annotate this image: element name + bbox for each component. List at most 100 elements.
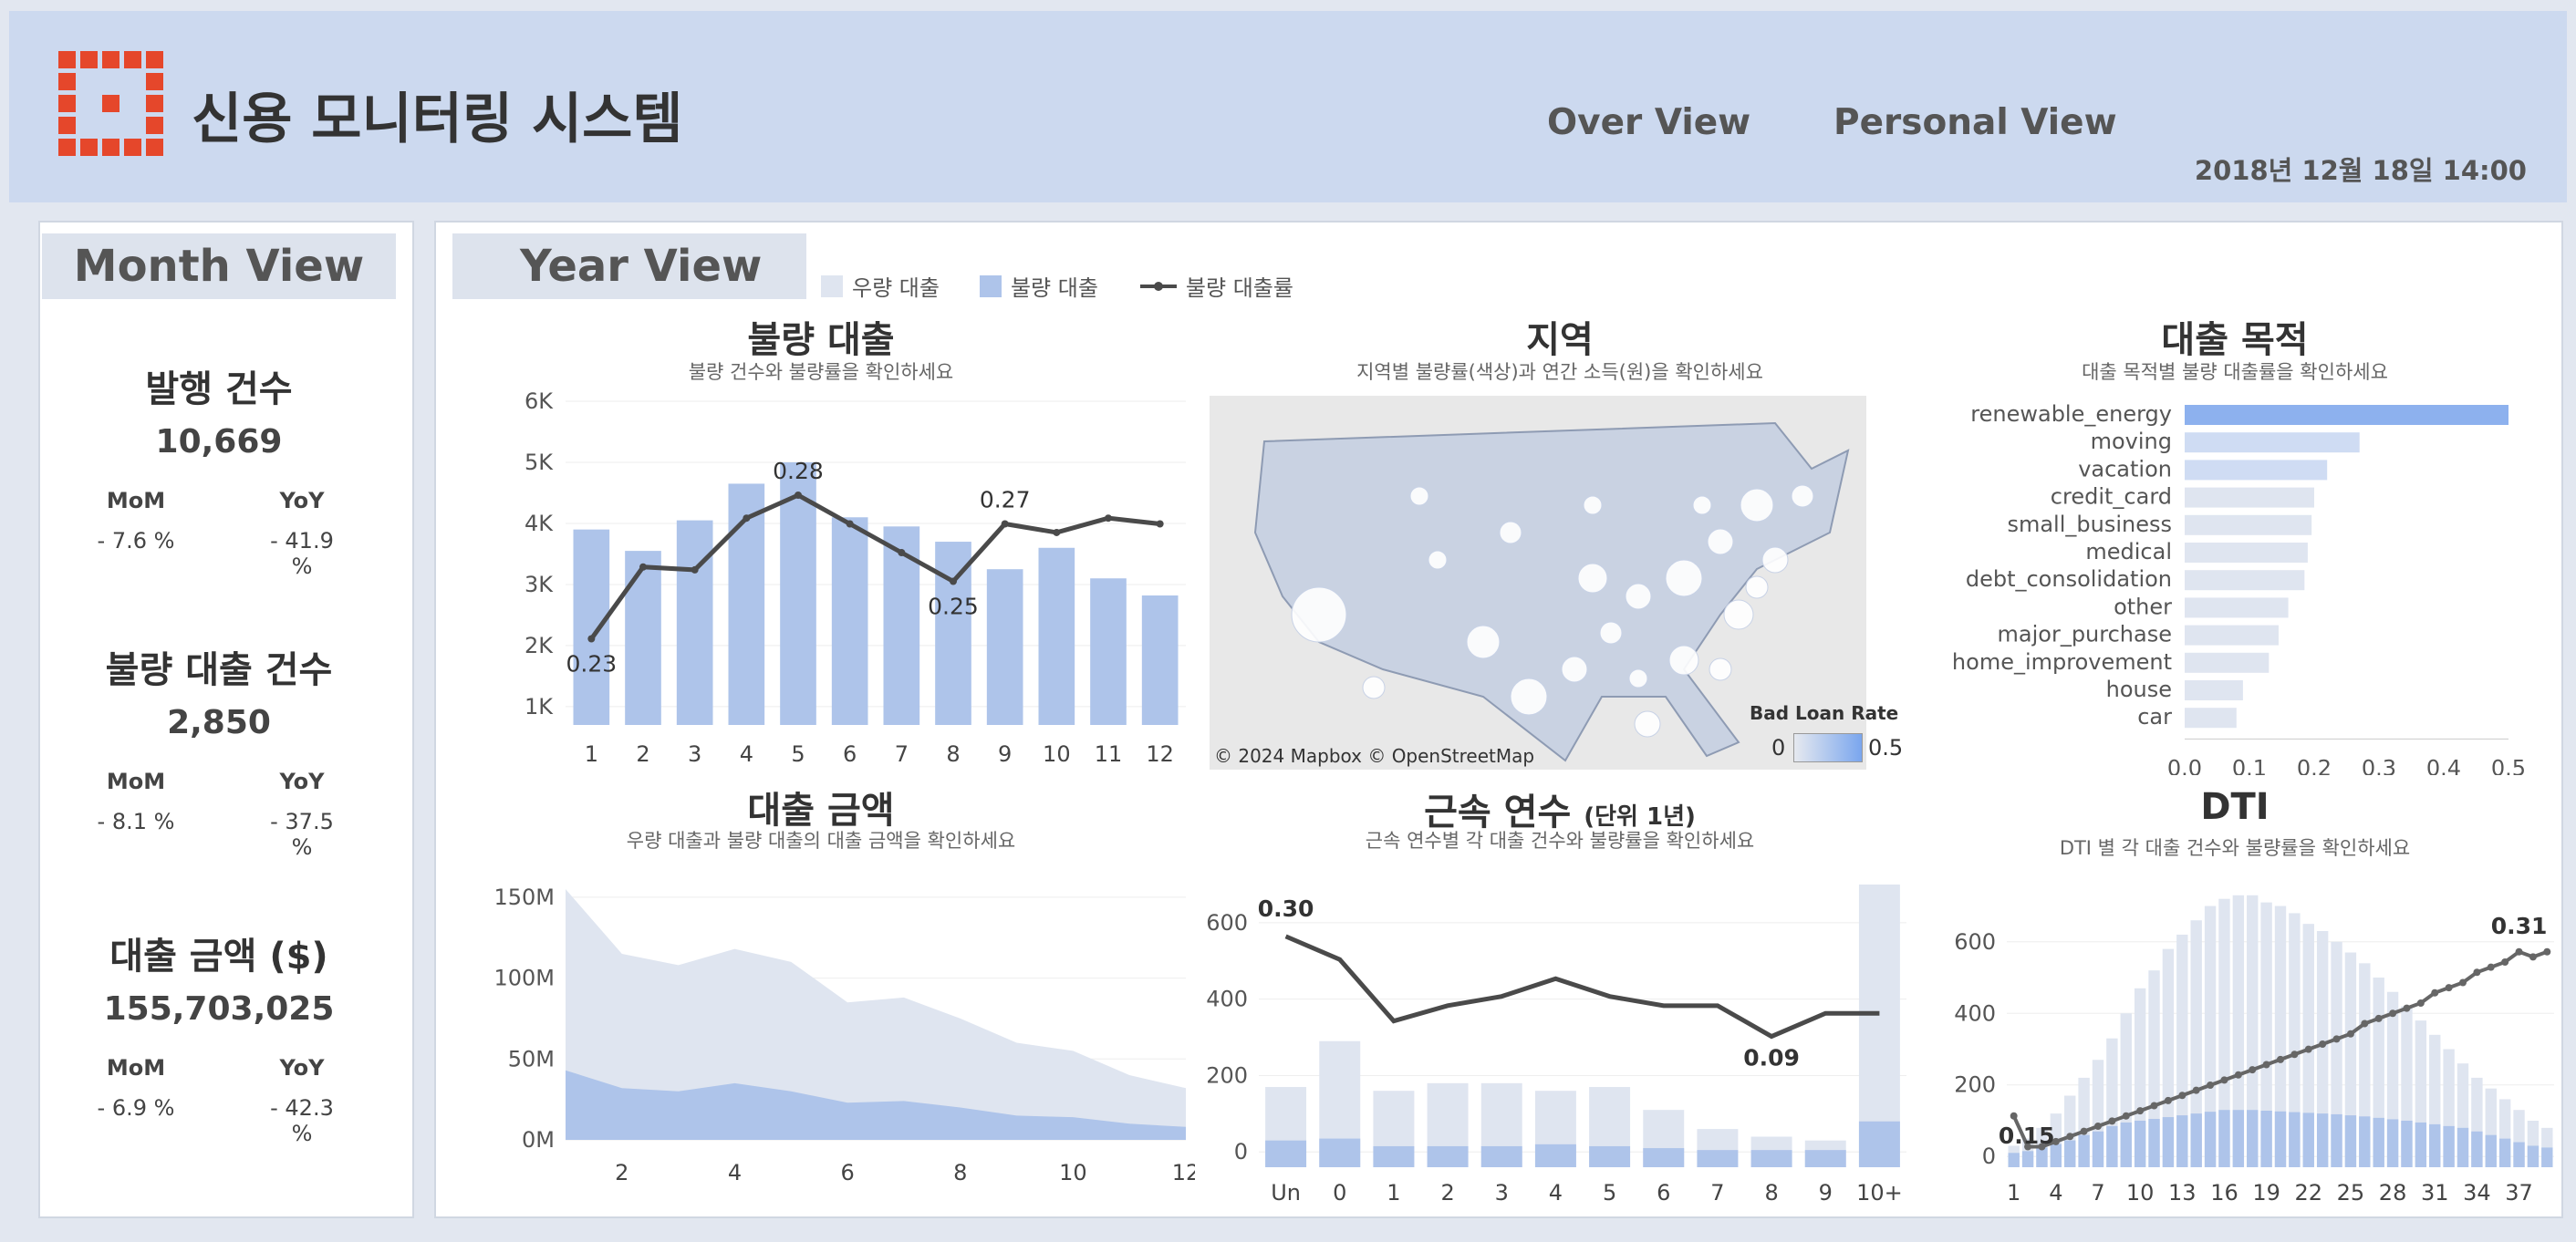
y-tick-label: 600: [1206, 910, 1248, 936]
rate-point: [846, 520, 854, 528]
x-tick-label: 12: [1172, 1160, 1195, 1185]
data-label: 0.15: [1999, 1123, 2055, 1149]
bar: [2185, 652, 2270, 673]
kpi-value: 155,703,025: [103, 990, 335, 1028]
nav-overview[interactable]: Over View: [1547, 102, 1750, 143]
category-label: home_improvement: [1952, 649, 2172, 675]
tab-year-view[interactable]: Year View: [452, 233, 806, 299]
y-tick-label: 5K: [525, 450, 554, 475]
x-tick-label: 7: [1710, 1180, 1724, 1206]
logo-cell: [80, 51, 98, 68]
bar-bad: [2443, 1125, 2455, 1167]
y-tick-label: 200: [1206, 1062, 1248, 1088]
kpi-title: 발행 건수: [145, 368, 293, 410]
x-tick-label: 4: [2049, 1180, 2062, 1206]
x-tick-label: 8: [953, 1160, 967, 1185]
data-label: 0.31: [2491, 913, 2548, 939]
bar-bad: [2232, 1110, 2245, 1167]
map-legend-min: 0: [1771, 735, 1786, 761]
logo-cell: [58, 51, 76, 68]
mom-label: MoM: [106, 488, 166, 513]
x-tick-label: 2: [636, 741, 649, 767]
x-tick-label: 8: [1764, 1180, 1778, 1206]
map-legend-title: Bad Loan Rate: [1750, 702, 1899, 724]
x-tick-label: 31: [2421, 1180, 2449, 1206]
map-bubble: [1740, 488, 1774, 523]
x-tick-label: 2: [1440, 1180, 1454, 1206]
y-tick-label: 150M: [493, 885, 555, 910]
bar-bad: [1804, 1150, 1846, 1167]
map-bubble: [1791, 484, 1814, 508]
chart-dti[interactable]: 0 200 400 600 1 4 7 10 13 16 19 22 25 28 31 34 37 0.15 0.3…: [1934, 866, 2572, 1213]
map-bubble: [1709, 657, 1732, 681]
bar: [573, 529, 610, 725]
tab-month-view[interactable]: Month View: [42, 233, 396, 299]
rate-point: [587, 635, 596, 643]
chart-tenure[interactable]: 0 200 400 600 Un 0 1 2 3 4 5 6 7 8 9 10+ 0.30 0.09: [1195, 866, 1916, 1213]
rate-point: [2136, 1107, 2145, 1115]
rate-point: [2346, 1030, 2354, 1038]
x-tick-label: 6: [840, 1160, 854, 1185]
bar-bad: [1480, 1145, 1522, 1167]
x-tick-label: 12: [1146, 741, 1174, 767]
logo-cell: [146, 73, 163, 90]
bar-bad: [2359, 1116, 2371, 1167]
x-tick-label: 4: [728, 1160, 742, 1185]
bar-bad: [2471, 1131, 2483, 1167]
yoy-label: YoY: [279, 769, 325, 794]
y-tick-label: 3K: [525, 572, 554, 597]
rate-point: [2108, 1117, 2116, 1125]
bar-bad: [2344, 1115, 2357, 1167]
chart-title-dti: DTI: [2200, 786, 2270, 828]
bar-bad: [2064, 1140, 2076, 1167]
chart-loan-amount[interactable]: 0M 50M 100M 150M 2 4 6 8 10 12: [493, 866, 1195, 1213]
x-tick-label: 3: [1495, 1180, 1509, 1206]
x-tick-label: 0.4: [2426, 755, 2461, 775]
x-tick-label: 1: [2007, 1180, 2020, 1206]
bar-bad: [2218, 1110, 2230, 1167]
chart-subtitle-amount: 우량 대출과 불량 대출의 대출 금액을 확인하세요: [626, 830, 1016, 852]
bar-bad: [2036, 1147, 2048, 1167]
kpi-title: 대출 금액 ($): [109, 936, 328, 978]
bar-bad: [2485, 1134, 2497, 1167]
x-tick-label: 9: [998, 741, 1012, 767]
rate-point: [2192, 1086, 2200, 1094]
rate-point: [2319, 1040, 2327, 1048]
map-bubble: [1634, 710, 1661, 738]
bar-bad: [2008, 1153, 2020, 1167]
x-tick-label: 0.0: [2167, 755, 2202, 775]
bar-bad: [1427, 1145, 1469, 1167]
x-tick-label: 0: [1333, 1180, 1346, 1206]
category-label: moving: [2091, 429, 2172, 454]
rate-point: [743, 514, 751, 523]
yoy-label: YoY: [279, 488, 325, 513]
rate-point: [2445, 984, 2453, 992]
rate-point: [2220, 1076, 2228, 1084]
map-bubble: [1583, 495, 1603, 515]
legend-swatch-bad: [979, 274, 1002, 297]
kpi-bad-loan-count: 불량 대출 건수 2,850 MoM - 8.1 % YoY - 37.5 %: [42, 640, 396, 860]
y-tick-label: 400: [1206, 987, 1248, 1012]
rate-point: [898, 549, 906, 556]
y-tick-label: 4K: [525, 511, 554, 536]
data-label: 0.28: [773, 458, 824, 484]
logo-cell: [58, 139, 76, 156]
y-tick-label: 6K: [525, 392, 554, 414]
x-tick-label: 1: [1387, 1180, 1400, 1206]
chart-loan-purpose[interactable]: renewable_energymovingvacation credit_car…: [1934, 383, 2572, 775]
chart-title-bad-loan: 불량 대출: [747, 319, 895, 361]
x-tick-label: 1: [585, 741, 598, 767]
category-label: small_business: [2007, 512, 2172, 537]
map-legend-gradient: [1793, 733, 1863, 762]
bar-bad: [2162, 1117, 2175, 1167]
bar-bad: [2331, 1113, 2342, 1167]
rate-point: [2234, 1071, 2242, 1079]
mom-label: MoM: [106, 769, 166, 794]
x-tick-label: 13: [2168, 1180, 2197, 1206]
nav-personal-view[interactable]: Personal View: [1833, 102, 2117, 143]
chart-bad-loan[interactable]: 1K2K3K4K5K6K1 2 3 4 5 6 7 8 9 10 11 120.230.280.250…: [493, 392, 1195, 775]
legend-label: 불량 대출률: [1185, 275, 1293, 301]
chart-legend: 우량 대출 불량 대출 불량 대출률: [821, 270, 1334, 302]
category-label: debt_consolidation: [1966, 566, 2172, 592]
bar-bad: [2498, 1138, 2511, 1167]
